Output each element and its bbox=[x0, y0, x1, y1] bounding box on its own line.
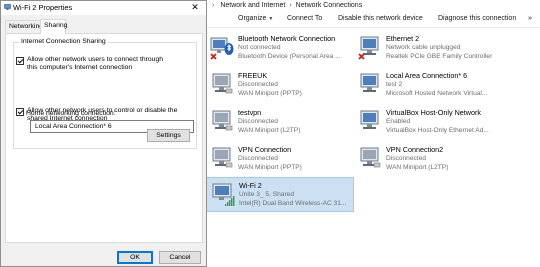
connection-item[interactable]: testvpn Disconnected WAN Miniport (L2TP) bbox=[206, 105, 354, 140]
allow-connect-label: Allow other network users to connect thr… bbox=[27, 56, 164, 72]
network-adapter-icon bbox=[4, 4, 11, 10]
diagnose-connection-button[interactable]: Diagnose this connection bbox=[438, 15, 516, 22]
connection-name: Bluetooth Network Connection bbox=[238, 34, 336, 43]
connection-item[interactable]: Bluetooth Network Connection Not connecte… bbox=[206, 31, 354, 66]
allow-control-checkbox[interactable] bbox=[16, 108, 24, 116]
tab-sharing[interactable]: Sharing bbox=[40, 19, 67, 34]
connection-status: test 2 bbox=[386, 81, 403, 88]
vpn-adapter-icon bbox=[212, 73, 233, 94]
vpn-adapter-icon bbox=[360, 147, 381, 168]
breadcrumb[interactable]: › Network and Internet › Network Connect… bbox=[212, 1, 362, 10]
chevron-right-icon: › bbox=[212, 2, 215, 9]
connection-device: WAN Miniport (L2TP) bbox=[238, 127, 301, 134]
network-adapter-icon bbox=[360, 73, 379, 92]
ethernet-adapter-icon bbox=[358, 36, 379, 60]
close-button[interactable]: ✕ bbox=[185, 1, 205, 14]
wifi-adapter-icon bbox=[212, 183, 235, 206]
disable-device-label: Disable this network device bbox=[338, 15, 423, 22]
vpn-adapter-icon bbox=[212, 147, 233, 168]
connection-item[interactable]: VPN Connection Disconnected WAN Miniport (… bbox=[206, 142, 354, 177]
connect-to-label: Connect To bbox=[287, 15, 323, 22]
connection-item[interactable]: VPN Connection2 Disconnected WAN Miniport … bbox=[354, 142, 502, 177]
connection-name: testvpn bbox=[238, 108, 262, 117]
network-adapter-icon bbox=[360, 110, 379, 129]
diagnose-connection-label: Diagnose this connection bbox=[438, 15, 517, 22]
connection-item[interactable]: VirtualBox Host-Only Network Enabled Virtu… bbox=[354, 105, 502, 140]
connection-status: Disconnected bbox=[238, 81, 278, 88]
connection-device: Microsoft Hosted Network Virtual... bbox=[386, 90, 488, 97]
settings-button[interactable]: Settings bbox=[147, 129, 190, 142]
connection-name: Wi-Fi 2 bbox=[239, 181, 262, 190]
connection-name: Ethernet 2 bbox=[386, 34, 420, 43]
ics-group-label: Internet Connection Sharing bbox=[19, 38, 108, 45]
vpn-adapter-icon bbox=[212, 110, 233, 131]
bluetooth-adapter-icon bbox=[210, 37, 234, 60]
connection-device: Realtek PCIe GBE Family Controller bbox=[386, 53, 493, 60]
dialog-title: Wi-Fi 2 Properties bbox=[13, 3, 73, 12]
properties-dialog: Wi-Fi 2 Properties ✕ Networking Sharing … bbox=[0, 0, 207, 267]
connection-name: VPN Connection2 bbox=[386, 145, 444, 154]
allow-control-label: Allow other network users to control or … bbox=[27, 107, 178, 123]
connection-status: Disconnected bbox=[386, 155, 426, 162]
connection-device: WAN Miniport (PPTP) bbox=[238, 90, 302, 97]
organize-menu[interactable]: Organize ▼ bbox=[238, 15, 273, 22]
connection-name: VPN Connection bbox=[238, 145, 292, 154]
organize-label: Organize bbox=[238, 15, 267, 22]
dialog-titlebar[interactable]: Wi-Fi 2 Properties ✕ bbox=[1, 1, 206, 15]
connection-status: Disconnected bbox=[238, 155, 278, 162]
connection-name: Local Area Connection* 6 bbox=[386, 71, 468, 80]
connection-status: Disconnected bbox=[238, 118, 278, 125]
breadcrumb-network-and-internet[interactable]: Network and Internet bbox=[220, 2, 285, 9]
connection-status: Unite 3_ 5, Shared bbox=[239, 191, 294, 198]
connection-device: WAN Miniport (L2TP) bbox=[386, 164, 449, 171]
connection-status: Enabled bbox=[386, 118, 411, 125]
connection-item[interactable]: Local Area Connection* 6 test 2 Microsoft … bbox=[354, 68, 502, 103]
connection-status: Not connected bbox=[238, 44, 281, 51]
chevron-right-icon: › bbox=[289, 2, 292, 9]
connection-name: FREEUK bbox=[238, 71, 268, 80]
connection-name: VirtualBox Host-Only Network bbox=[386, 108, 481, 117]
breadcrumb-network-connections[interactable]: Network Connections bbox=[296, 2, 363, 9]
more-commands-button[interactable]: » bbox=[528, 15, 532, 22]
connection-device: Bluetooth Device (Personal Area ... bbox=[238, 53, 341, 60]
cancel-button[interactable]: Cancel bbox=[159, 251, 201, 264]
connection-item[interactable]: FREEUK Disconnected WAN Miniport (PPTP) bbox=[206, 68, 354, 103]
connection-status: Network cable unplugged bbox=[386, 44, 461, 51]
disable-device-button[interactable]: Disable this network device bbox=[338, 15, 423, 22]
allow-connect-checkbox[interactable] bbox=[16, 57, 24, 65]
chevron-double-right-icon: » bbox=[528, 15, 532, 22]
connection-device: Intel(R) Dual Band Wireless-AC 31... bbox=[239, 200, 347, 207]
ok-button[interactable]: OK bbox=[117, 251, 153, 264]
connection-item[interactable]: Ethernet 2 Network cable unplugged Realtek… bbox=[354, 31, 502, 66]
chevron-down-icon: ▼ bbox=[268, 16, 274, 22]
connection-device: VirtualBox Host-Only Ethernet Ad... bbox=[386, 127, 489, 134]
close-icon: ✕ bbox=[191, 2, 199, 12]
connection-item[interactable]: Wi-Fi 2 Unite 3_ 5, Shared Intel(R) Dual B… bbox=[206, 177, 354, 212]
tab-networking[interactable]: Networking bbox=[5, 20, 43, 33]
connect-to-button[interactable]: Connect To bbox=[287, 15, 322, 22]
connection-device: WAN Miniport (PPTP) bbox=[238, 164, 302, 171]
